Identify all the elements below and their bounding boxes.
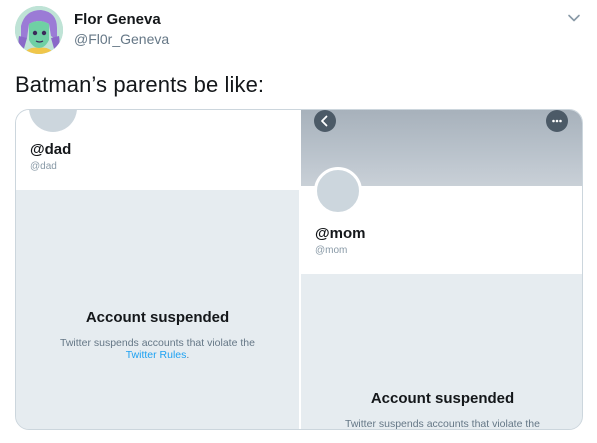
default-avatar: [29, 110, 77, 132]
suspended-title: Account suspended: [370, 390, 515, 407]
tweet-card: Flor Geneva @Fl0r_Geneva Batman’s parent…: [0, 0, 597, 443]
user-avatar[interactable]: [15, 6, 63, 54]
tweet-media[interactable]: @dad @dad Account suspended Twitter susp…: [15, 109, 583, 430]
user-handle[interactable]: @Fl0r_Geneva: [74, 31, 169, 47]
media-image-right[interactable]: @mom @mom Account suspended Twitter susp…: [301, 110, 582, 429]
rules-period: .: [186, 349, 190, 361]
suspended-title: Account suspended: [85, 309, 230, 326]
profile-name: @mom: [315, 225, 366, 242]
chevron-down-icon[interactable]: [565, 9, 583, 27]
display-name[interactable]: Flor Geneva: [74, 11, 161, 28]
profile-name: @dad: [30, 141, 72, 158]
suspended-text: Twitter suspends accounts that violate t…: [345, 418, 540, 429]
tweet-text: Batman’s parents be like:: [15, 72, 265, 97]
profile-handle: @dad: [30, 161, 57, 172]
twitter-rules-link[interactable]: Twitter Rules: [126, 349, 187, 361]
default-avatar: [314, 167, 362, 215]
suspended-text: Twitter suspends accounts that violate t…: [16, 337, 299, 361]
avatar-illustration-icon: [15, 6, 63, 54]
media-image-left[interactable]: @dad @dad Account suspended Twitter susp…: [16, 110, 299, 429]
more-horizontal-icon[interactable]: [546, 110, 568, 132]
chevron-left-icon[interactable]: [314, 110, 336, 132]
profile-handle: @mom: [315, 245, 348, 256]
dad-profile-card: @dad @dad: [16, 110, 299, 190]
suspended-description: Twitter suspends accounts that violate t…: [60, 337, 255, 349]
